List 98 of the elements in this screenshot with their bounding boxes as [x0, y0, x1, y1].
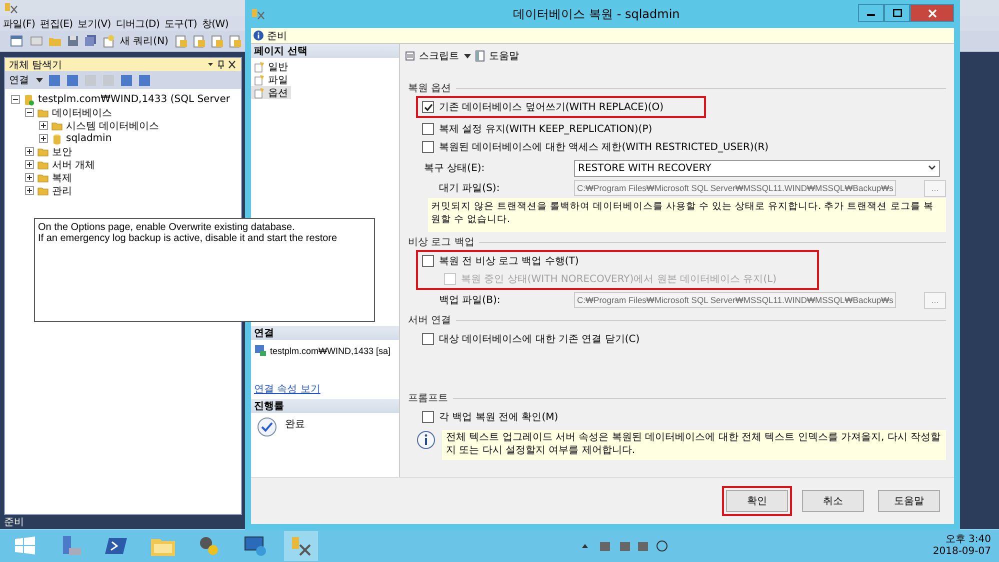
page-icon: [254, 86, 266, 98]
tree-item[interactable]: 시스템 데이터베이스: [66, 118, 160, 132]
close-button[interactable]: [910, 4, 954, 22]
folder-icon: [37, 184, 49, 196]
description-note: 커밋되지 않은 트랜잭션을 롤백하여 데이터베이스를 사용할 수 있는 상태로 유지합니다. 추가 트랜잭션 로그를 복원할 수 없습니다.: [428, 198, 946, 232]
panel-title: 개체 탐색기: [9, 58, 62, 72]
tree-item[interactable]: testplm.com₩WIND,1433 (SQL Server: [38, 94, 230, 105]
minimize-button[interactable]: [858, 4, 884, 22]
app-icon: [251, 8, 265, 20]
group-title: 복원 옵션: [408, 82, 452, 95]
connection-properties-link[interactable]: 연결 속성 보기: [254, 382, 396, 396]
windows-logo-icon: [14, 536, 36, 556]
expand-icon[interactable]: [25, 173, 34, 182]
caret-icon: [36, 78, 43, 82]
collapse-icon[interactable]: [11, 95, 20, 104]
tray-icons[interactable]: [580, 540, 670, 552]
field-label: 백업 파일(B):: [439, 294, 502, 307]
tree-item[interactable]: sqladmin: [66, 133, 112, 144]
menu-item[interactable]: 편집(E): [40, 16, 73, 30]
progress-state: 완료: [285, 418, 305, 431]
tree-item[interactable]: 복제: [52, 170, 72, 184]
menu-item[interactable]: 디버그(D): [116, 16, 160, 30]
maximize-button[interactable]: [884, 4, 910, 22]
save-icon[interactable]: [66, 34, 80, 48]
server-icon: [23, 94, 35, 106]
section-header: 연결: [251, 326, 399, 340]
server-icon: [254, 344, 267, 357]
clock-time: 오후 3:40: [945, 534, 991, 546]
folder-icon: [37, 158, 49, 170]
dialog-button[interactable]: 도움말: [878, 490, 940, 512]
script-icon: [404, 50, 416, 62]
powershell-icon: [105, 536, 129, 556]
folder-icon: [37, 106, 49, 118]
script-button[interactable]: 스크립트: [419, 49, 459, 63]
close-icon: [928, 8, 936, 18]
tree-item[interactable]: 데이터베이스: [52, 106, 112, 120]
note-line: On the Options page, enable Overwrite existing database.: [38, 222, 296, 233]
expand-icon[interactable]: [25, 160, 34, 169]
connect-dropdown[interactable]: 연결: [9, 73, 29, 87]
info-icon: [253, 30, 264, 41]
folder-icon: [37, 172, 49, 184]
chevron-down-icon: [928, 165, 936, 171]
section-header: 진행률: [251, 399, 399, 413]
tree-item[interactable]: 관리: [52, 184, 72, 198]
checkbox-option[interactable]: 각 백업 복원 전에 확인(M): [418, 408, 558, 426]
server-name: testplm.com₩WIND,1433 [sa]: [270, 346, 391, 356]
database-icon: [51, 132, 63, 144]
network-monitor-icon: [243, 535, 267, 557]
checkbox-option[interactable]: 대상 데이터베이스에 대한 기존 연결 닫기(C): [418, 330, 640, 348]
menu-item[interactable]: 보기(V): [78, 16, 111, 30]
note-line: If an emergency log backup is active, disable it and start the restore: [38, 233, 338, 244]
checkbox-option[interactable]: 복원된 데이터베이스에 대한 액세스 제한(WITH RESTRICTED_USER)(R): [418, 138, 769, 156]
group-title: 비상 로그 백업: [408, 236, 474, 249]
page-item[interactable]: 파일: [251, 73, 291, 86]
app-icon: [4, 2, 18, 14]
database-tools-icon: [290, 535, 312, 557]
info-icon: [416, 430, 436, 450]
help-button[interactable]: 도움말: [489, 49, 519, 63]
check-icon: [424, 102, 432, 112]
expand-icon[interactable]: [39, 121, 48, 130]
panel-controls-icon[interactable]: [207, 60, 237, 69]
help-icon: [474, 50, 486, 62]
dialog-button[interactable]: 취소: [802, 490, 864, 512]
taskbar-app[interactable]: [284, 531, 318, 561]
checkbox-option[interactable]: 복제 설정 유지(WITH KEEP_REPLICATION)(P): [418, 120, 769, 138]
save-all-icon[interactable]: [84, 34, 98, 48]
new-query-button[interactable]: 새 쿼리(N): [120, 34, 168, 48]
tree-item[interactable]: 서버 개체: [52, 158, 96, 172]
check-circle-icon: [257, 417, 277, 437]
menu-item[interactable]: 창(W): [202, 16, 228, 30]
folder-icon: [51, 120, 63, 132]
folder-icon: [37, 146, 49, 158]
clock-date: 2018-09-07: [932, 546, 991, 558]
page-item[interactable]: 일반: [251, 60, 291, 73]
section-header: 페이지 선택: [251, 44, 399, 58]
tree-item[interactable]: 보안: [52, 144, 72, 158]
status-text: 준비: [267, 30, 287, 42]
expand-icon[interactable]: [25, 147, 34, 156]
expand-icon[interactable]: [39, 134, 48, 143]
page-item[interactable]: 옵션: [251, 86, 291, 99]
expand-icon[interactable]: [25, 186, 34, 195]
maximize-icon: [892, 9, 902, 17]
description-note: 전체 텍스트 업그레이드 서버 속성은 복원된 데이터베이스에 대한 전체 텍스트 인덱스를 가져올지, 다시 작성할지 또는 다시 설정할지 여부를 제어합니다.: [442, 430, 946, 460]
group-title: 서버 연결: [408, 314, 452, 327]
page-icon: [254, 60, 266, 72]
group-title: 프롬프트: [408, 392, 448, 405]
collapse-icon[interactable]: [25, 108, 34, 117]
menu-item[interactable]: 도구(T): [164, 16, 197, 30]
grid-icon[interactable]: [30, 34, 44, 48]
field-label: 복구 상태(E):: [424, 162, 486, 175]
checkbox-option[interactable]: 기존 데이터베이스 덮어쓰기(WITH REPLACE)(O): [418, 98, 664, 116]
window-title: 데이터베이스 복원 - sqladmin: [512, 6, 681, 22]
status-text: 준비: [4, 516, 24, 529]
menu-item[interactable]: 파일(F): [3, 16, 36, 30]
dropdown[interactable]: RESTORE WITH RECOVERY: [574, 160, 940, 176]
dialog-button[interactable]: 확인: [726, 490, 788, 512]
field-label: 대기 파일(S):: [439, 182, 501, 195]
page-icon: [254, 74, 266, 86]
